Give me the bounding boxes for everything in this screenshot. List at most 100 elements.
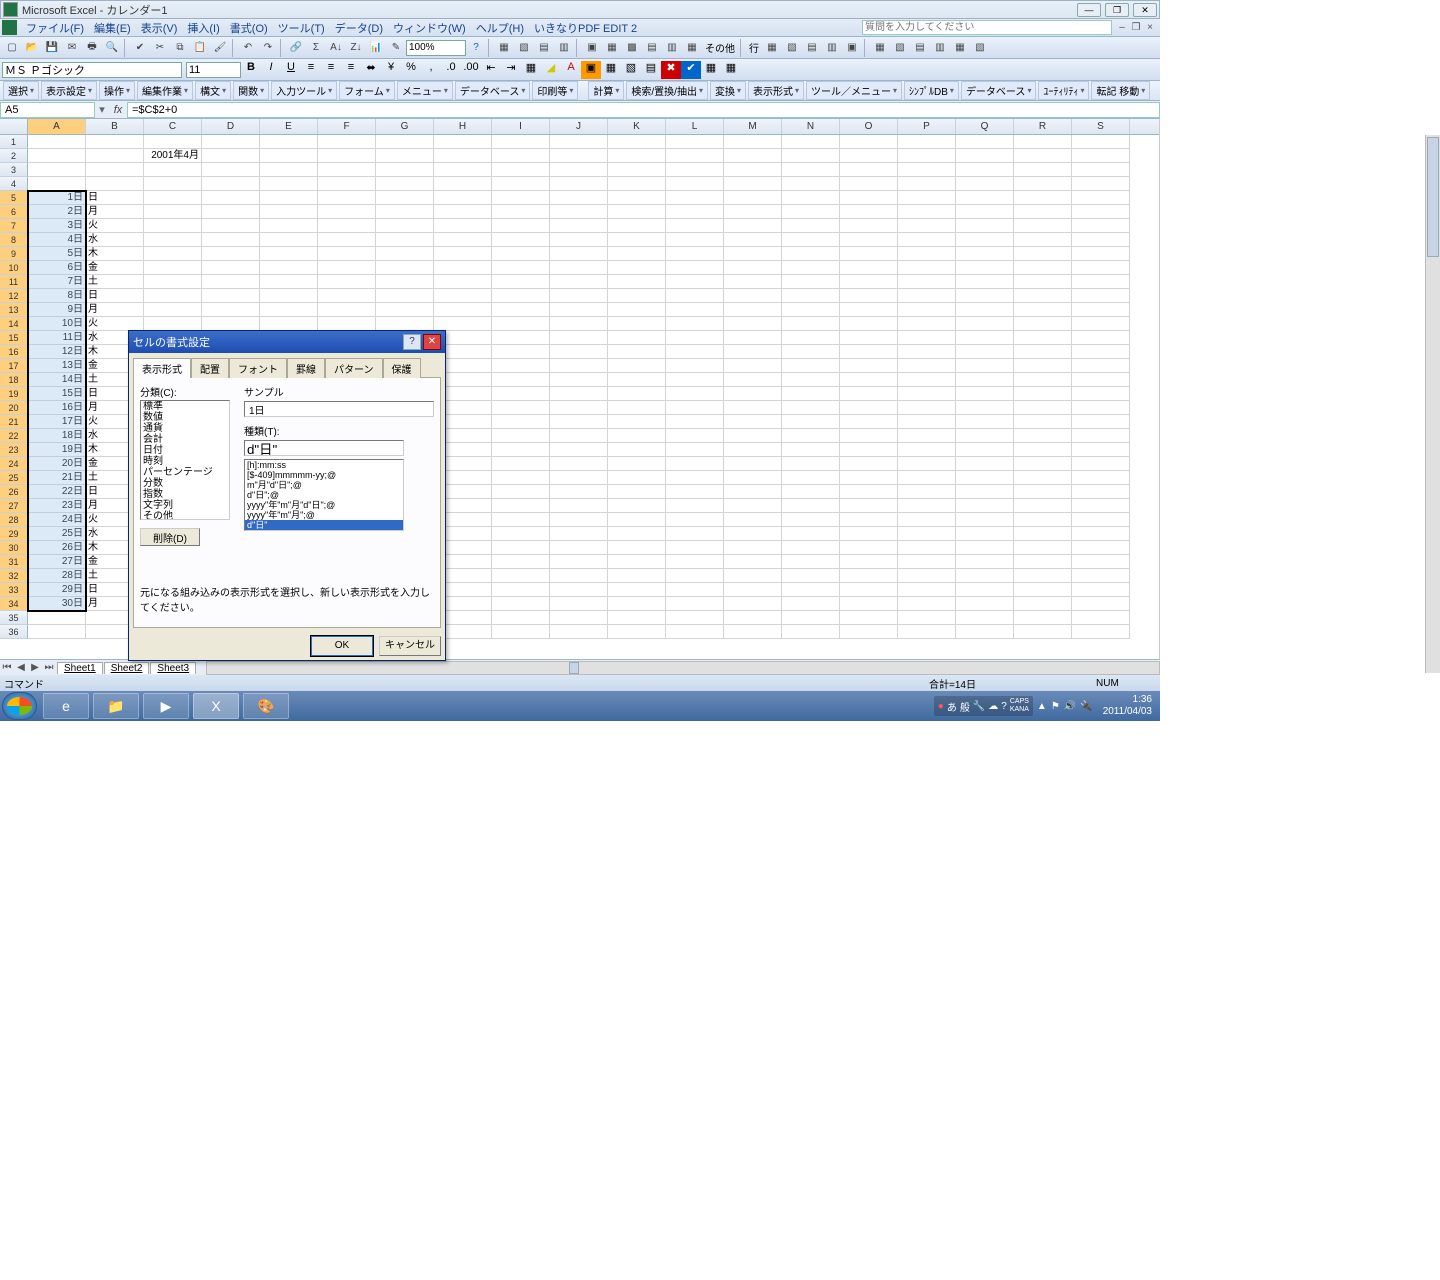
cut-icon[interactable]: ✂ xyxy=(150,39,170,57)
addin-icon[interactable]: ▣ xyxy=(581,61,601,79)
sheet-tab[interactable]: Sheet3 xyxy=(150,662,196,674)
cell[interactable] xyxy=(1072,247,1130,261)
row-header[interactable]: 32 xyxy=(0,569,28,583)
list-item[interactable]: 文字列 xyxy=(141,500,229,511)
cell[interactable] xyxy=(666,177,724,191)
tab-pattern[interactable]: パターン xyxy=(325,358,383,378)
cell[interactable] xyxy=(1072,583,1130,597)
cell[interactable]: 2001年4月 xyxy=(144,149,202,163)
menu-view[interactable]: 表示(V) xyxy=(136,20,183,36)
cell[interactable] xyxy=(724,331,782,345)
row-label[interactable]: 行 xyxy=(746,40,762,55)
comma-icon[interactable]: , xyxy=(421,61,441,79)
cell[interactable] xyxy=(956,387,1014,401)
cell[interactable] xyxy=(956,289,1014,303)
cell[interactable] xyxy=(492,135,550,149)
cell[interactable] xyxy=(202,303,260,317)
cell[interactable] xyxy=(492,541,550,555)
tab-prev-icon[interactable]: ◀ xyxy=(14,662,28,673)
cell[interactable] xyxy=(608,177,666,191)
cell[interactable] xyxy=(666,303,724,317)
cell[interactable]: 27日 xyxy=(28,555,86,569)
cell[interactable] xyxy=(898,331,956,345)
cell[interactable] xyxy=(492,499,550,513)
cell[interactable] xyxy=(376,205,434,219)
cell[interactable] xyxy=(666,135,724,149)
align-center-icon[interactable]: ≡ xyxy=(321,61,341,79)
cell[interactable] xyxy=(550,219,608,233)
cell[interactable] xyxy=(492,373,550,387)
row-header[interactable]: 3 xyxy=(0,163,28,177)
cell[interactable] xyxy=(666,583,724,597)
cell[interactable] xyxy=(724,289,782,303)
tray-icon[interactable]: 🔊 xyxy=(1064,701,1076,712)
row-header[interactable]: 27 xyxy=(0,499,28,513)
cell[interactable] xyxy=(492,527,550,541)
cell[interactable] xyxy=(434,219,492,233)
cell[interactable] xyxy=(492,485,550,499)
tray-icon[interactable]: 🔌 xyxy=(1080,701,1092,712)
cell[interactable] xyxy=(202,177,260,191)
cell[interactable] xyxy=(956,261,1014,275)
cell[interactable]: 15日 xyxy=(28,387,86,401)
row-header[interactable]: 21 xyxy=(0,415,28,429)
cell[interactable] xyxy=(1072,471,1130,485)
cell[interactable] xyxy=(1014,429,1072,443)
cell[interactable] xyxy=(1072,401,1130,415)
cell[interactable] xyxy=(550,597,608,611)
taskbar-excel-icon[interactable]: X xyxy=(193,693,239,719)
cell[interactable] xyxy=(318,247,376,261)
cell[interactable] xyxy=(1072,219,1130,233)
cell[interactable] xyxy=(434,317,492,331)
addin-icon[interactable]: ▤ xyxy=(910,39,930,57)
cell[interactable] xyxy=(550,541,608,555)
row-header[interactable]: 8 xyxy=(0,233,28,247)
taskbar-explorer-icon[interactable]: 📁 xyxy=(93,693,139,719)
cell[interactable] xyxy=(376,303,434,317)
cell[interactable] xyxy=(898,163,956,177)
tab-next-icon[interactable]: ▶ xyxy=(28,662,42,673)
cell[interactable] xyxy=(782,331,840,345)
cell[interactable] xyxy=(1014,625,1072,639)
cell[interactable] xyxy=(898,555,956,569)
cell[interactable] xyxy=(1014,583,1072,597)
col-header[interactable]: P xyxy=(898,119,956,134)
list-item[interactable]: m"月"d"日";@ xyxy=(245,480,403,490)
row-header[interactable]: 2 xyxy=(0,149,28,163)
cell[interactable]: 6日 xyxy=(28,261,86,275)
cell[interactable] xyxy=(956,373,1014,387)
cell[interactable] xyxy=(550,499,608,513)
cell[interactable] xyxy=(840,289,898,303)
sort-desc-icon[interactable]: Z↓ xyxy=(346,39,366,57)
cell[interactable] xyxy=(434,261,492,275)
row-header[interactable]: 9 xyxy=(0,247,28,261)
tab-alignment[interactable]: 配置 xyxy=(191,358,229,378)
cell[interactable]: 13日 xyxy=(28,359,86,373)
addin-icon[interactable]: ▦ xyxy=(762,39,782,57)
col-header[interactable]: D xyxy=(202,119,260,134)
cell[interactable] xyxy=(782,233,840,247)
spell-icon[interactable]: ✔ xyxy=(130,39,150,57)
cell[interactable] xyxy=(840,611,898,625)
cell[interactable] xyxy=(840,359,898,373)
open-icon[interactable]: 📂 xyxy=(22,39,42,57)
cell[interactable] xyxy=(666,261,724,275)
cell[interactable] xyxy=(840,191,898,205)
cell[interactable] xyxy=(956,625,1014,639)
cell[interactable] xyxy=(782,611,840,625)
cell[interactable] xyxy=(608,387,666,401)
cell[interactable] xyxy=(550,583,608,597)
cell[interactable]: 8日 xyxy=(28,289,86,303)
cell[interactable] xyxy=(840,457,898,471)
sheet-tab[interactable]: Sheet2 xyxy=(104,662,150,674)
cell[interactable] xyxy=(1072,513,1130,527)
cell[interactable] xyxy=(724,541,782,555)
cell[interactable] xyxy=(550,387,608,401)
cell[interactable] xyxy=(840,303,898,317)
cell[interactable] xyxy=(782,401,840,415)
cell[interactable] xyxy=(898,149,956,163)
cell[interactable] xyxy=(724,499,782,513)
cell[interactable] xyxy=(1072,373,1130,387)
cell[interactable] xyxy=(492,261,550,275)
italic-icon[interactable]: I xyxy=(261,61,281,79)
